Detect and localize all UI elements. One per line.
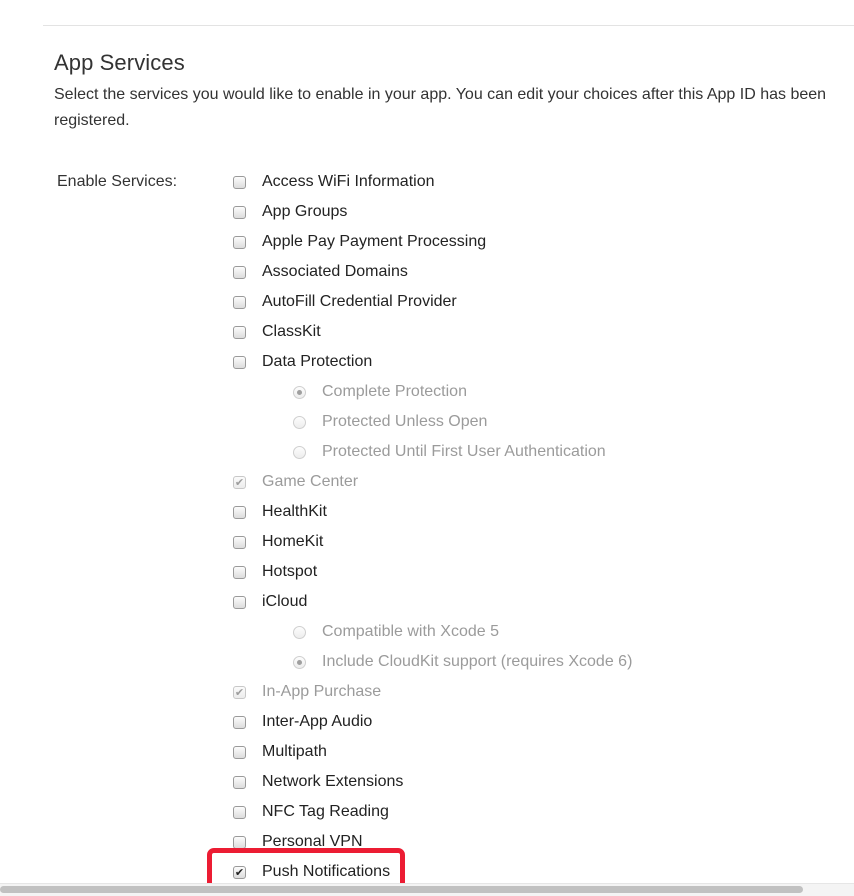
in-app-purchase-checkbox: ✔ [233, 685, 246, 699]
include-cloudkit-radio [293, 655, 306, 669]
service-inter-app-audio[interactable]: Inter-App Audio [232, 707, 632, 737]
associated-domains-checkbox[interactable] [233, 265, 246, 279]
service-label: Game Center [262, 473, 359, 490]
option-label: Compatible with Xcode 5 [322, 623, 499, 640]
service-app-groups[interactable]: App Groups [232, 197, 632, 227]
service-label: Multipath [262, 743, 327, 760]
data-protection-checkbox[interactable] [233, 355, 246, 369]
service-label: NFC Tag Reading [262, 803, 389, 820]
service-label: AutoFill Credential Provider [262, 293, 457, 310]
game-center-checkbox: ✔ [233, 475, 246, 489]
service-label: iCloud [262, 593, 308, 610]
service-label: In-App Purchase [262, 683, 382, 700]
enable-services-label: Enable Services: [57, 173, 178, 190]
multipath-checkbox[interactable] [233, 745, 246, 759]
complete-protection-radio [293, 385, 306, 399]
service-healthkit[interactable]: HealthKit [232, 497, 632, 527]
service-game-center: ✔ Game Center [232, 467, 632, 497]
app-groups-checkbox[interactable] [233, 205, 246, 219]
option-label: Include CloudKit support (requires Xcode… [322, 653, 633, 670]
radio-dot-icon [297, 659, 302, 665]
protected-until-first-auth-radio [293, 445, 306, 459]
option-label: Protected Until First User Authenticatio… [322, 443, 606, 460]
option-protected-until-first-auth: Protected Until First User Authenticatio… [232, 437, 632, 467]
option-include-cloudkit: Include CloudKit support (requires Xcode… [232, 647, 632, 677]
service-access-wifi-information[interactable]: Access WiFi Information [232, 167, 632, 197]
compatible-xcode-5-radio [293, 625, 306, 639]
healthkit-checkbox[interactable] [233, 505, 246, 519]
check-icon: ✔ [234, 685, 245, 699]
service-label: ClassKit [262, 323, 321, 340]
service-icloud[interactable]: iCloud [232, 587, 632, 617]
service-nfc-tag-reading[interactable]: NFC Tag Reading [232, 797, 632, 827]
section-description: Select the services you would like to en… [54, 86, 827, 129]
horizontal-scrollbar-thumb[interactable] [0, 886, 803, 893]
service-autofill-credential-provider[interactable]: AutoFill Credential Provider [232, 287, 632, 317]
service-label: Push Notifications [262, 863, 391, 880]
service-label: Network Extensions [262, 773, 404, 790]
service-label: HomeKit [262, 533, 324, 550]
classkit-checkbox[interactable] [233, 325, 246, 339]
personal-vpn-checkbox[interactable] [233, 835, 246, 849]
services-list: Access WiFi Information App Groups Apple… [232, 167, 632, 887]
service-label: App Groups [262, 203, 348, 220]
option-protected-unless-open: Protected Unless Open [232, 407, 632, 437]
protected-unless-open-radio [293, 415, 306, 429]
network-extensions-checkbox[interactable] [233, 775, 246, 789]
icloud-checkbox[interactable] [233, 595, 246, 609]
homekit-checkbox[interactable] [233, 535, 246, 549]
access-wifi-information-checkbox[interactable] [233, 175, 246, 189]
check-icon: ✔ [234, 865, 245, 879]
option-complete-protection: Complete Protection [232, 377, 632, 407]
service-data-protection[interactable]: Data Protection [232, 347, 632, 377]
service-label: Inter-App Audio [262, 713, 373, 730]
section-title: App Services [54, 50, 185, 75]
service-label: HealthKit [262, 503, 327, 520]
service-personal-vpn[interactable]: Personal VPN [232, 827, 632, 857]
hotspot-checkbox[interactable] [233, 565, 246, 579]
service-associated-domains[interactable]: Associated Domains [232, 257, 632, 287]
option-label: Protected Unless Open [322, 413, 488, 430]
service-apple-pay[interactable]: Apple Pay Payment Processing [232, 227, 632, 257]
top-divider [43, 25, 854, 26]
service-label: Personal VPN [262, 833, 363, 850]
check-icon: ✔ [234, 475, 245, 489]
service-classkit[interactable]: ClassKit [232, 317, 632, 347]
service-label: Associated Domains [262, 263, 408, 280]
option-compatible-xcode-5: Compatible with Xcode 5 [232, 617, 632, 647]
option-label: Complete Protection [322, 383, 467, 400]
nfc-tag-reading-checkbox[interactable] [233, 805, 246, 819]
push-notifications-checkbox[interactable]: ✔ [233, 865, 246, 879]
service-label: Access WiFi Information [262, 173, 435, 190]
inter-app-audio-checkbox[interactable] [233, 715, 246, 729]
service-multipath[interactable]: Multipath [232, 737, 632, 767]
service-label: Hotspot [262, 563, 318, 580]
service-network-extensions[interactable]: Network Extensions [232, 767, 632, 797]
service-homekit[interactable]: HomeKit [232, 527, 632, 557]
service-in-app-purchase: ✔ In-App Purchase [232, 677, 632, 707]
autofill-credential-provider-checkbox[interactable] [233, 295, 246, 309]
service-label: Apple Pay Payment Processing [262, 233, 487, 250]
radio-dot-icon [297, 389, 302, 395]
service-label: Data Protection [262, 353, 373, 370]
service-hotspot[interactable]: Hotspot [232, 557, 632, 587]
apple-pay-checkbox[interactable] [233, 235, 246, 249]
